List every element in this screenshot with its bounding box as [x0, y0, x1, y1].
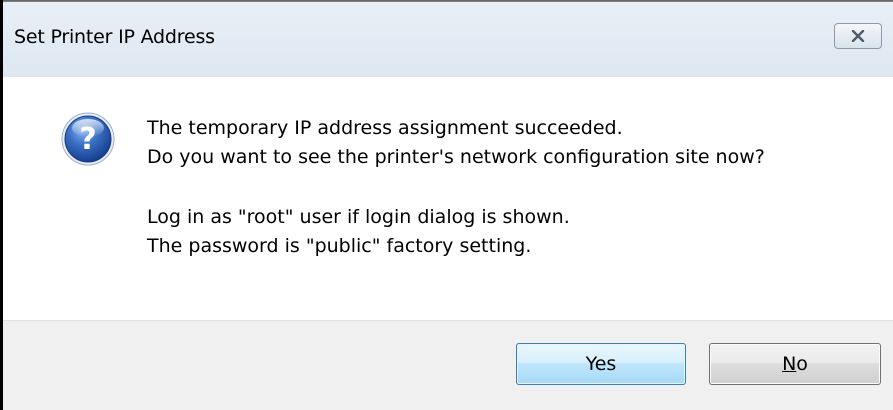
message-line-4: The password is "public" factory setting… — [147, 235, 532, 257]
dialog-title: Set Printer IP Address — [14, 26, 215, 48]
message-line-2: Do you want to see the printer's network… — [147, 146, 765, 168]
message-line-1: The temporary IP address assignment succ… — [147, 117, 623, 139]
close-icon — [851, 30, 865, 42]
question-icon: ? — [61, 112, 115, 166]
no-button[interactable]: No — [709, 343, 881, 385]
dialog-window: Set Printer IP Address ? The temporary I… — [0, 0, 893, 410]
close-button[interactable] — [834, 23, 882, 49]
yes-button-label: Yes — [585, 353, 617, 375]
no-button-label: No — [782, 353, 808, 375]
svg-text:?: ? — [79, 122, 96, 157]
no-button-accelerator: N — [782, 353, 797, 375]
button-bar: Yes No — [3, 320, 893, 410]
title-bar[interactable]: Set Printer IP Address — [3, 2, 893, 77]
yes-button[interactable]: Yes — [516, 343, 686, 385]
message-line-3: Log in as "root" user if login dialog is… — [147, 206, 570, 228]
message-area: ? The temporary IP address assignment su… — [3, 77, 893, 320]
no-button-label-rest: o — [796, 353, 808, 375]
